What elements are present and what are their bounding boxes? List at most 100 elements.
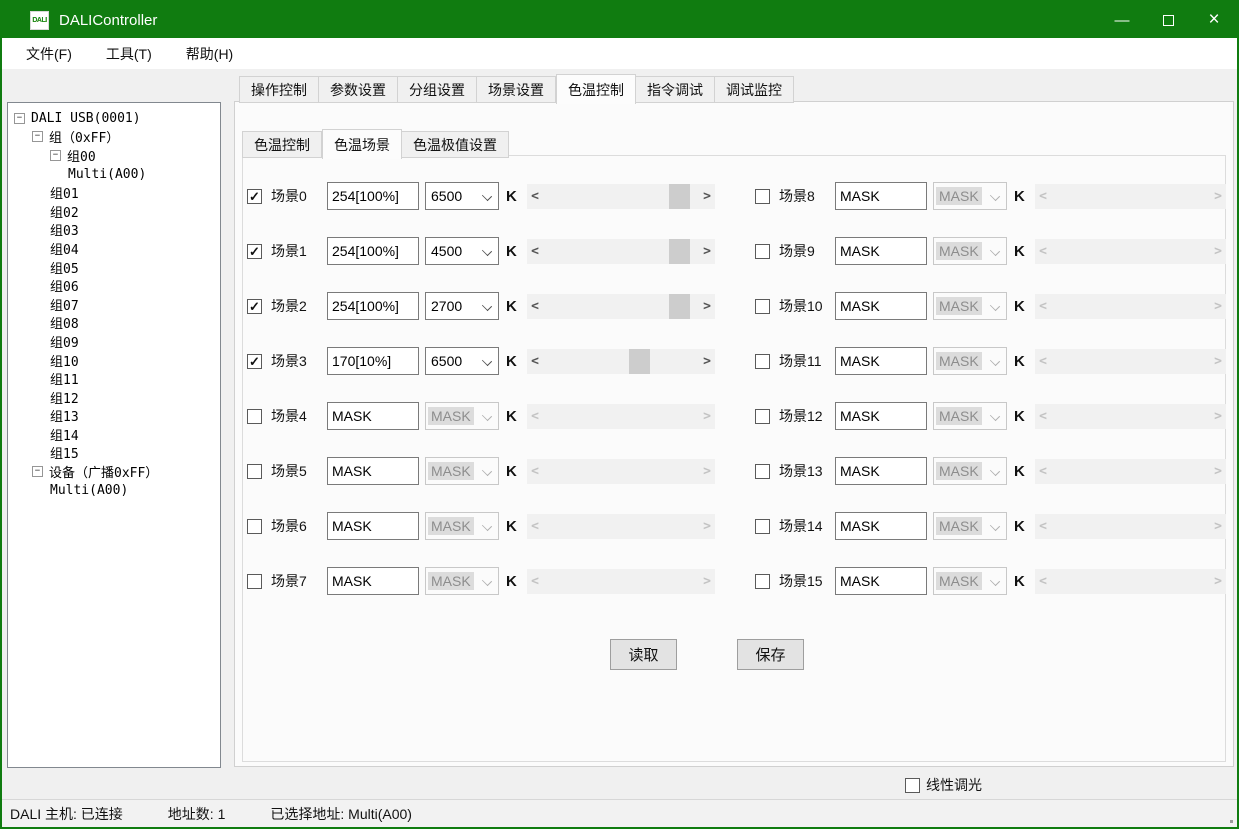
scrollbar-track[interactable]: [1051, 184, 1210, 209]
scroll-right-icon[interactable]: >: [1210, 464, 1226, 479]
scroll-left-icon[interactable]: <: [1035, 354, 1051, 369]
minimize-button[interactable]: —: [1099, 2, 1145, 38]
tree-collapse-icon[interactable]: −: [14, 113, 25, 124]
kelvin-dropdown[interactable]: 6500: [425, 182, 499, 210]
scene-checkbox[interactable]: [247, 574, 262, 589]
scene-value-input[interactable]: [835, 237, 927, 265]
scroll-right-icon[interactable]: >: [1210, 299, 1226, 314]
tree-item[interactable]: 组07: [8, 295, 220, 314]
tree-collapse-icon[interactable]: −: [50, 150, 61, 161]
scrollbar-track[interactable]: [543, 569, 699, 594]
scene-checkbox[interactable]: [247, 519, 262, 534]
save-button[interactable]: 保存: [737, 639, 804, 670]
menu-item[interactable]: 帮助(H): [174, 38, 245, 69]
scene-value-input[interactable]: [835, 402, 927, 430]
kelvin-dropdown[interactable]: 6500: [425, 347, 499, 375]
scene-checkbox[interactable]: [755, 354, 770, 369]
scroll-right-icon[interactable]: >: [699, 354, 715, 369]
scene-checkbox[interactable]: [755, 519, 770, 534]
scroll-left-icon[interactable]: <: [527, 244, 543, 259]
scene-scrollbar[interactable]: < >: [527, 239, 715, 264]
tree-item[interactable]: − DALI USB(0001): [8, 109, 220, 128]
scene-value-input[interactable]: [327, 457, 419, 485]
scroll-left-icon[interactable]: <: [527, 354, 543, 369]
kelvin-dropdown[interactable]: MASK: [425, 402, 499, 430]
scene-value-input[interactable]: [327, 567, 419, 595]
kelvin-dropdown[interactable]: MASK: [425, 512, 499, 540]
scene-scrollbar[interactable]: < >: [527, 349, 715, 374]
scrollbar-thumb[interactable]: [669, 184, 690, 209]
scene-scrollbar[interactable]: < >: [1035, 184, 1226, 209]
scene-scrollbar[interactable]: < >: [527, 569, 715, 594]
scroll-left-icon[interactable]: <: [1035, 464, 1051, 479]
kelvin-dropdown[interactable]: MASK: [933, 237, 1007, 265]
tab[interactable]: 场景设置: [477, 76, 556, 103]
scroll-left-icon[interactable]: <: [527, 519, 543, 534]
scroll-right-icon[interactable]: >: [1210, 519, 1226, 534]
tree-item[interactable]: 组11: [8, 369, 220, 388]
scroll-left-icon[interactable]: <: [1035, 299, 1051, 314]
scroll-left-icon[interactable]: <: [1035, 519, 1051, 534]
scene-scrollbar[interactable]: < >: [527, 459, 715, 484]
scene-scrollbar[interactable]: < >: [1035, 294, 1226, 319]
scrollbar-track[interactable]: [1051, 239, 1210, 264]
scroll-left-icon[interactable]: <: [1035, 574, 1051, 589]
scene-scrollbar[interactable]: < >: [527, 404, 715, 429]
tree-item[interactable]: 组12: [8, 388, 220, 407]
scene-checkbox[interactable]: [755, 464, 770, 479]
scrollbar-thumb[interactable]: [669, 239, 690, 264]
tab[interactable]: 色温控制: [556, 74, 636, 104]
scroll-right-icon[interactable]: >: [699, 464, 715, 479]
scene-value-input[interactable]: [835, 457, 927, 485]
scrollbar-track[interactable]: [1051, 404, 1210, 429]
tree-item[interactable]: − 设备（广播0xFF）: [8, 462, 220, 481]
scene-value-input[interactable]: [327, 182, 419, 210]
tree-item[interactable]: Multi(A00): [8, 165, 220, 184]
kelvin-dropdown[interactable]: MASK: [933, 567, 1007, 595]
tab[interactable]: 参数设置: [319, 76, 398, 103]
maximize-button[interactable]: [1145, 2, 1191, 38]
scene-value-input[interactable]: [835, 347, 927, 375]
scroll-left-icon[interactable]: <: [1035, 189, 1051, 204]
scroll-left-icon[interactable]: <: [1035, 244, 1051, 259]
scene-scrollbar[interactable]: < >: [1035, 569, 1226, 594]
scroll-left-icon[interactable]: <: [527, 299, 543, 314]
scene-scrollbar[interactable]: < >: [527, 294, 715, 319]
tree-item[interactable]: 组05: [8, 258, 220, 277]
scene-checkbox[interactable]: [755, 299, 770, 314]
scene-value-input[interactable]: [835, 512, 927, 540]
scene-scrollbar[interactable]: < >: [1035, 514, 1226, 539]
scroll-right-icon[interactable]: >: [699, 299, 715, 314]
tree-item[interactable]: 组03: [8, 221, 220, 240]
kelvin-dropdown[interactable]: MASK: [425, 567, 499, 595]
tab[interactable]: 色温极值设置: [402, 131, 509, 158]
scroll-right-icon[interactable]: >: [1210, 354, 1226, 369]
scene-value-input[interactable]: [327, 237, 419, 265]
scroll-left-icon[interactable]: <: [527, 574, 543, 589]
kelvin-dropdown[interactable]: MASK: [425, 457, 499, 485]
tree-item[interactable]: − 组（0xFF）: [8, 128, 220, 147]
scene-checkbox[interactable]: [755, 409, 770, 424]
scrollbar-track[interactable]: [543, 294, 699, 319]
scene-checkbox[interactable]: ✓: [247, 244, 262, 259]
scroll-right-icon[interactable]: >: [699, 189, 715, 204]
scene-scrollbar[interactable]: < >: [527, 184, 715, 209]
scrollbar-thumb[interactable]: [629, 349, 650, 374]
scene-scrollbar[interactable]: < >: [1035, 459, 1226, 484]
tree-collapse-icon[interactable]: −: [32, 131, 43, 142]
resize-grip[interactable]: [1230, 820, 1233, 823]
scrollbar-track[interactable]: [543, 349, 699, 374]
scroll-right-icon[interactable]: >: [699, 409, 715, 424]
tab[interactable]: 指令调试: [636, 76, 715, 103]
tree-item[interactable]: 组01: [8, 183, 220, 202]
scene-value-input[interactable]: [835, 567, 927, 595]
scroll-right-icon[interactable]: >: [699, 574, 715, 589]
tab[interactable]: 色温控制: [242, 131, 322, 158]
scene-checkbox[interactable]: ✓: [247, 354, 262, 369]
scrollbar-track[interactable]: [543, 404, 699, 429]
scroll-right-icon[interactable]: >: [699, 519, 715, 534]
scroll-right-icon[interactable]: >: [1210, 574, 1226, 589]
scrollbar-track[interactable]: [1051, 514, 1210, 539]
tree-collapse-icon[interactable]: −: [32, 466, 43, 477]
scene-checkbox[interactable]: [755, 574, 770, 589]
